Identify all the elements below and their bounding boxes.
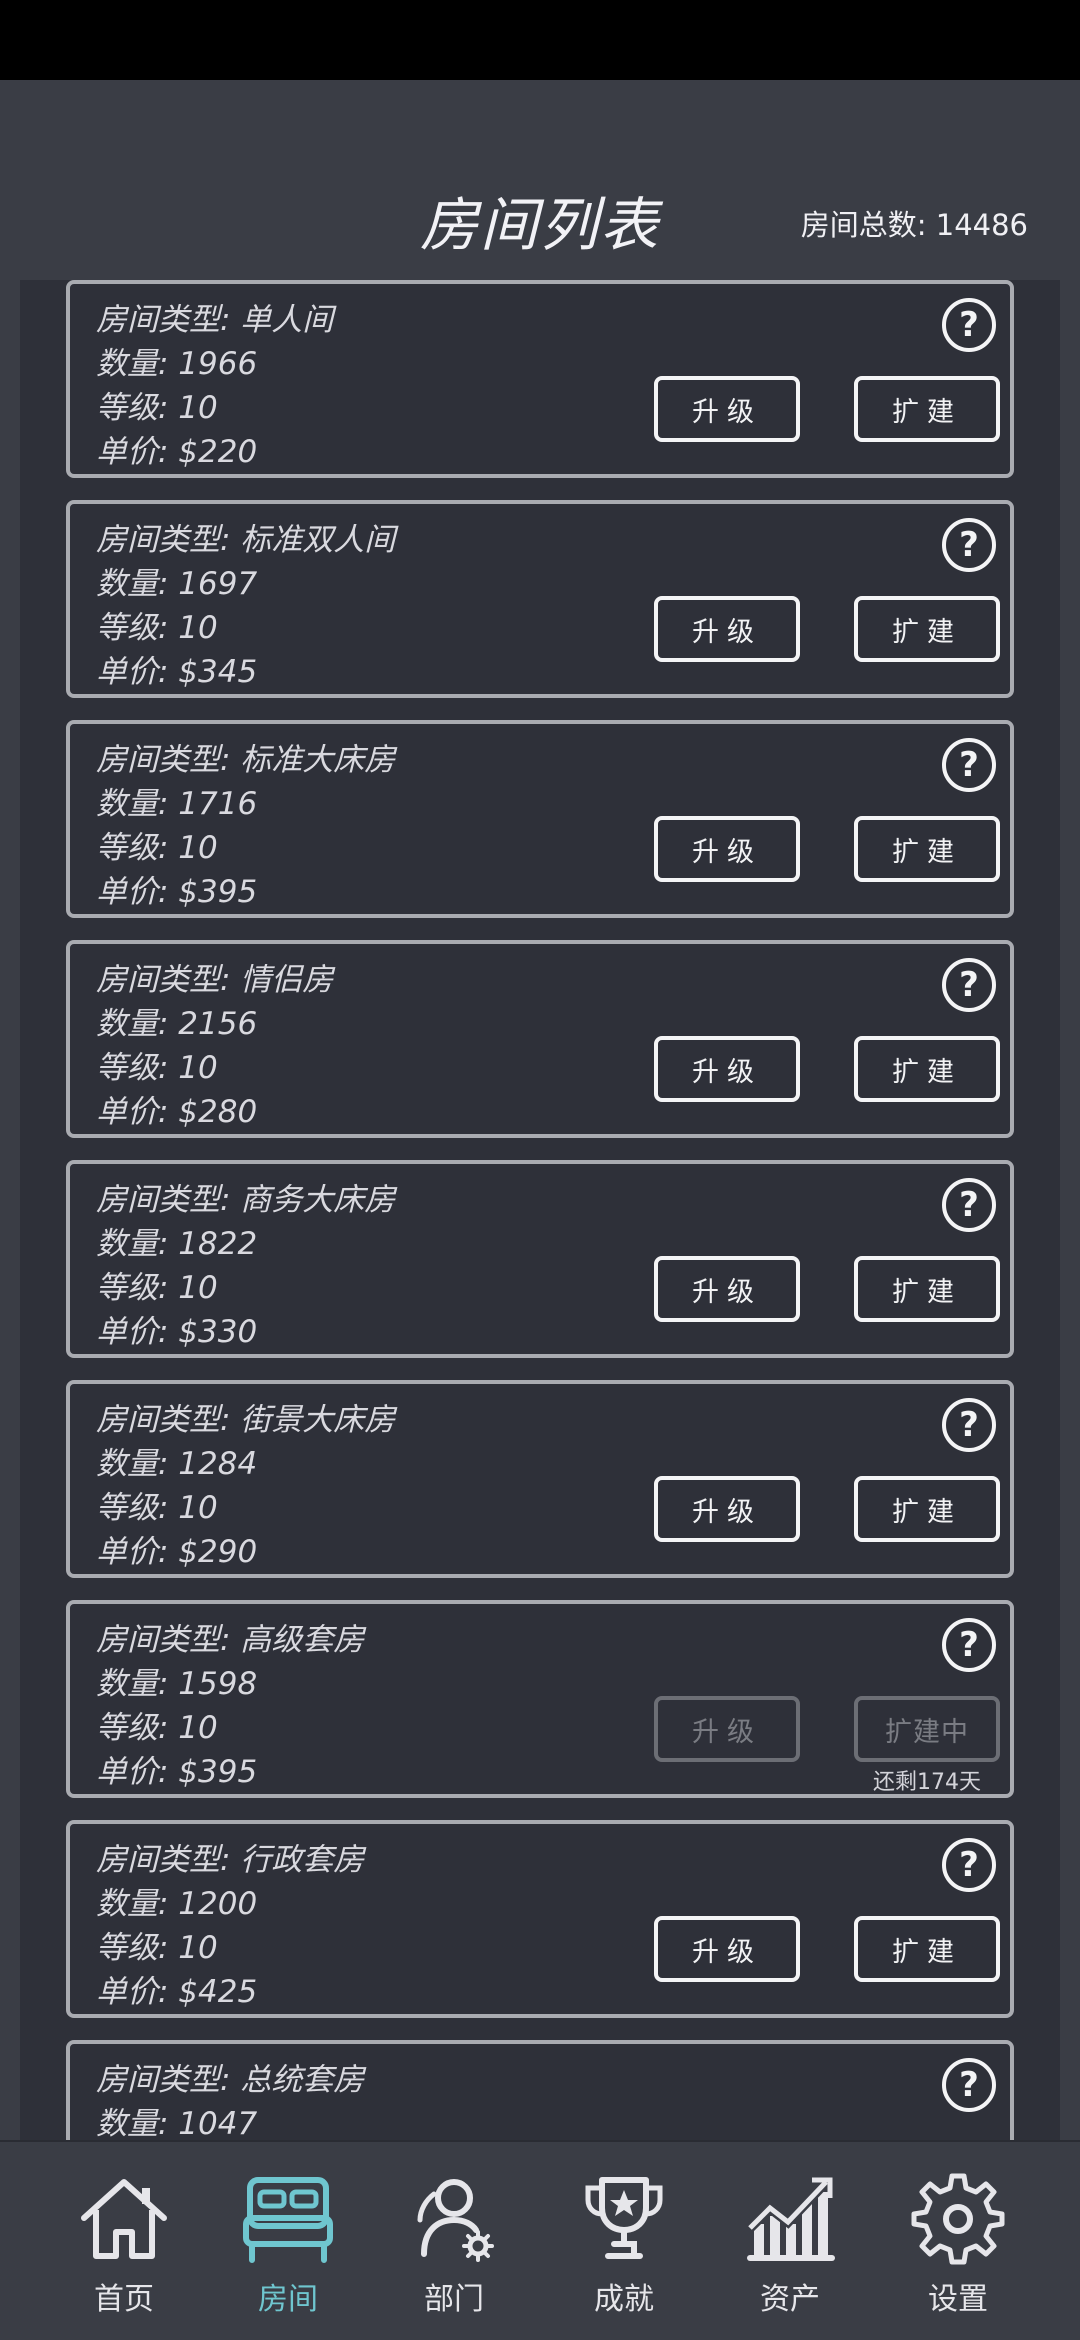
- room-type: 房间类型: 行政套房: [96, 1842, 365, 1878]
- nav-item-rooms[interactable]: 房间: [204, 2168, 372, 2328]
- room-level: 等级: 10: [96, 1490, 218, 1526]
- room-price: 单价: $330: [96, 1314, 258, 1350]
- room-type: 房间类型: 标准大床房: [96, 742, 396, 778]
- gear-icon: [911, 2173, 1005, 2265]
- room-price: 单价: $290: [96, 1534, 258, 1570]
- help-icon[interactable]: ?: [942, 2058, 996, 2112]
- room-price: 单价: $345: [96, 654, 258, 690]
- upgrade-button[interactable]: 升级: [654, 596, 800, 662]
- nav-item-achievements[interactable]: 成就: [540, 2168, 708, 2328]
- nav-label: 房间: [258, 2282, 318, 2317]
- room-price: 单价: $220: [96, 434, 258, 470]
- nav-item-home[interactable]: 首页: [40, 2168, 208, 2328]
- room-price: 单价: $395: [96, 874, 258, 910]
- room-count: 数量: 1200: [96, 1886, 258, 1922]
- bottom-nav: 首页 房间 部门 成就 资产 设置: [0, 2140, 1080, 2340]
- room-type: 房间类型: 总统套房: [96, 2062, 365, 2098]
- room-type: 房间类型: 街景大床房: [96, 1402, 396, 1438]
- trophy-icon: [585, 2177, 663, 2259]
- expand-button[interactable]: 扩建: [854, 1256, 1000, 1322]
- nav-label: 首页: [94, 2282, 154, 2317]
- room-level: 等级: 10: [96, 1710, 218, 1746]
- people-gear-icon: [417, 2179, 494, 2262]
- room-count: 数量: 1284: [96, 1446, 258, 1482]
- room-count: 数量: 1716: [96, 786, 258, 822]
- room-card-standard-twin: 房间类型: 标准双人间 数量: 1697 等级: 10 单价: $345 ? 升…: [66, 500, 1014, 698]
- room-count: 数量: 1598: [96, 1666, 258, 1702]
- room-price: 单价: $425: [96, 1974, 258, 2010]
- room-count: 数量: 1047: [96, 2106, 258, 2142]
- room-count: 数量: 1697: [96, 566, 258, 602]
- upgrade-button[interactable]: 升级: [654, 1256, 800, 1322]
- help-icon[interactable]: ?: [942, 738, 996, 792]
- upgrade-button[interactable]: 升级: [654, 1916, 800, 1982]
- room-level: 等级: 10: [96, 830, 218, 866]
- help-icon[interactable]: ?: [942, 1838, 996, 1892]
- nav-label: 部门: [424, 2282, 484, 2317]
- room-price: 单价: $395: [96, 1754, 258, 1790]
- nav-item-departments[interactable]: 部门: [370, 2168, 538, 2328]
- expand-button[interactable]: 扩建: [854, 1036, 1000, 1102]
- room-level: 等级: 10: [96, 390, 218, 426]
- upgrade-button[interactable]: 升级: [654, 1036, 800, 1102]
- room-type: 房间类型: 高级套房: [96, 1622, 365, 1658]
- nav-item-settings[interactable]: 设置: [874, 2168, 1042, 2328]
- room-count: 数量: 2156: [96, 1006, 258, 1042]
- header: 房间列表 房间总数: 14486: [0, 80, 1080, 280]
- status-bar: [0, 0, 1080, 80]
- room-type: 房间类型: 标准双人间: [96, 522, 396, 558]
- app-root: 房间列表 房间总数: 14486 房间类型: 单人间 数量: 1966 等级: …: [0, 80, 1080, 2340]
- room-level: 等级: 10: [96, 1270, 218, 1306]
- expand-button[interactable]: 扩建: [854, 376, 1000, 442]
- upgrade-button-disabled: 升级: [654, 1696, 800, 1762]
- room-type: 房间类型: 单人间: [96, 302, 334, 338]
- room-price: 单价: $280: [96, 1094, 258, 1130]
- expand-button[interactable]: 扩建: [854, 1476, 1000, 1542]
- room-card-executive-suite: 房间类型: 行政套房 数量: 1200 等级: 10 单价: $425 ? 升级…: [66, 1820, 1014, 2018]
- growth-chart-icon: [746, 2177, 835, 2261]
- nav-label: 设置: [928, 2282, 988, 2317]
- bed-icon: [243, 2177, 333, 2263]
- room-type: 房间类型: 商务大床房: [96, 1182, 396, 1218]
- room-type: 房间类型: 情侣房: [96, 962, 334, 998]
- days-remaining: 还剩174天: [873, 1770, 981, 1795]
- house-icon: [81, 2179, 167, 2259]
- upgrade-button[interactable]: 升级: [654, 376, 800, 442]
- room-card-deluxe-suite: 房间类型: 高级套房 数量: 1598 等级: 10 单价: $395 ? 升级…: [66, 1600, 1014, 1798]
- help-icon[interactable]: ?: [942, 958, 996, 1012]
- help-icon[interactable]: ?: [942, 1618, 996, 1672]
- room-card-couple: 房间类型: 情侣房 数量: 2156 等级: 10 单价: $280 ? 升级 …: [66, 940, 1014, 1138]
- room-card-business-king: 房间类型: 商务大床房 数量: 1822 等级: 10 单价: $330 ? 升…: [66, 1160, 1014, 1358]
- room-list[interactable]: 房间类型: 单人间 数量: 1966 等级: 10 单价: $220 ? 升级 …: [20, 280, 1060, 2220]
- nav-label: 资产: [760, 2282, 820, 2317]
- nav-item-assets[interactable]: 资产: [706, 2168, 874, 2328]
- room-level: 等级: 10: [96, 610, 218, 646]
- room-card-standard-king: 房间类型: 标准大床房 数量: 1716 等级: 10 单价: $395 ? 升…: [66, 720, 1014, 918]
- help-icon[interactable]: ?: [942, 1398, 996, 1452]
- expand-button[interactable]: 扩建: [854, 1916, 1000, 1982]
- room-level: 等级: 10: [96, 1050, 218, 1086]
- total-rooms-count: 房间总数: 14486: [800, 208, 1028, 242]
- expanding-status-button: 扩建中: [854, 1696, 1000, 1762]
- expand-button[interactable]: 扩建: [854, 596, 1000, 662]
- room-card-single: 房间类型: 单人间 数量: 1966 等级: 10 单价: $220 ? 升级 …: [66, 280, 1014, 478]
- nav-label: 成就: [594, 2282, 654, 2317]
- help-icon[interactable]: ?: [942, 1178, 996, 1232]
- room-count: 数量: 1966: [96, 346, 258, 382]
- upgrade-button[interactable]: 升级: [654, 816, 800, 882]
- help-icon[interactable]: ?: [942, 518, 996, 572]
- expand-button[interactable]: 扩建: [854, 816, 1000, 882]
- help-icon[interactable]: ?: [942, 298, 996, 352]
- room-level: 等级: 10: [96, 1930, 218, 1966]
- room-card-street-view-king: 房间类型: 街景大床房 数量: 1284 等级: 10 单价: $290 ? 升…: [66, 1380, 1014, 1578]
- upgrade-button[interactable]: 升级: [654, 1476, 800, 1542]
- room-count: 数量: 1822: [96, 1226, 258, 1262]
